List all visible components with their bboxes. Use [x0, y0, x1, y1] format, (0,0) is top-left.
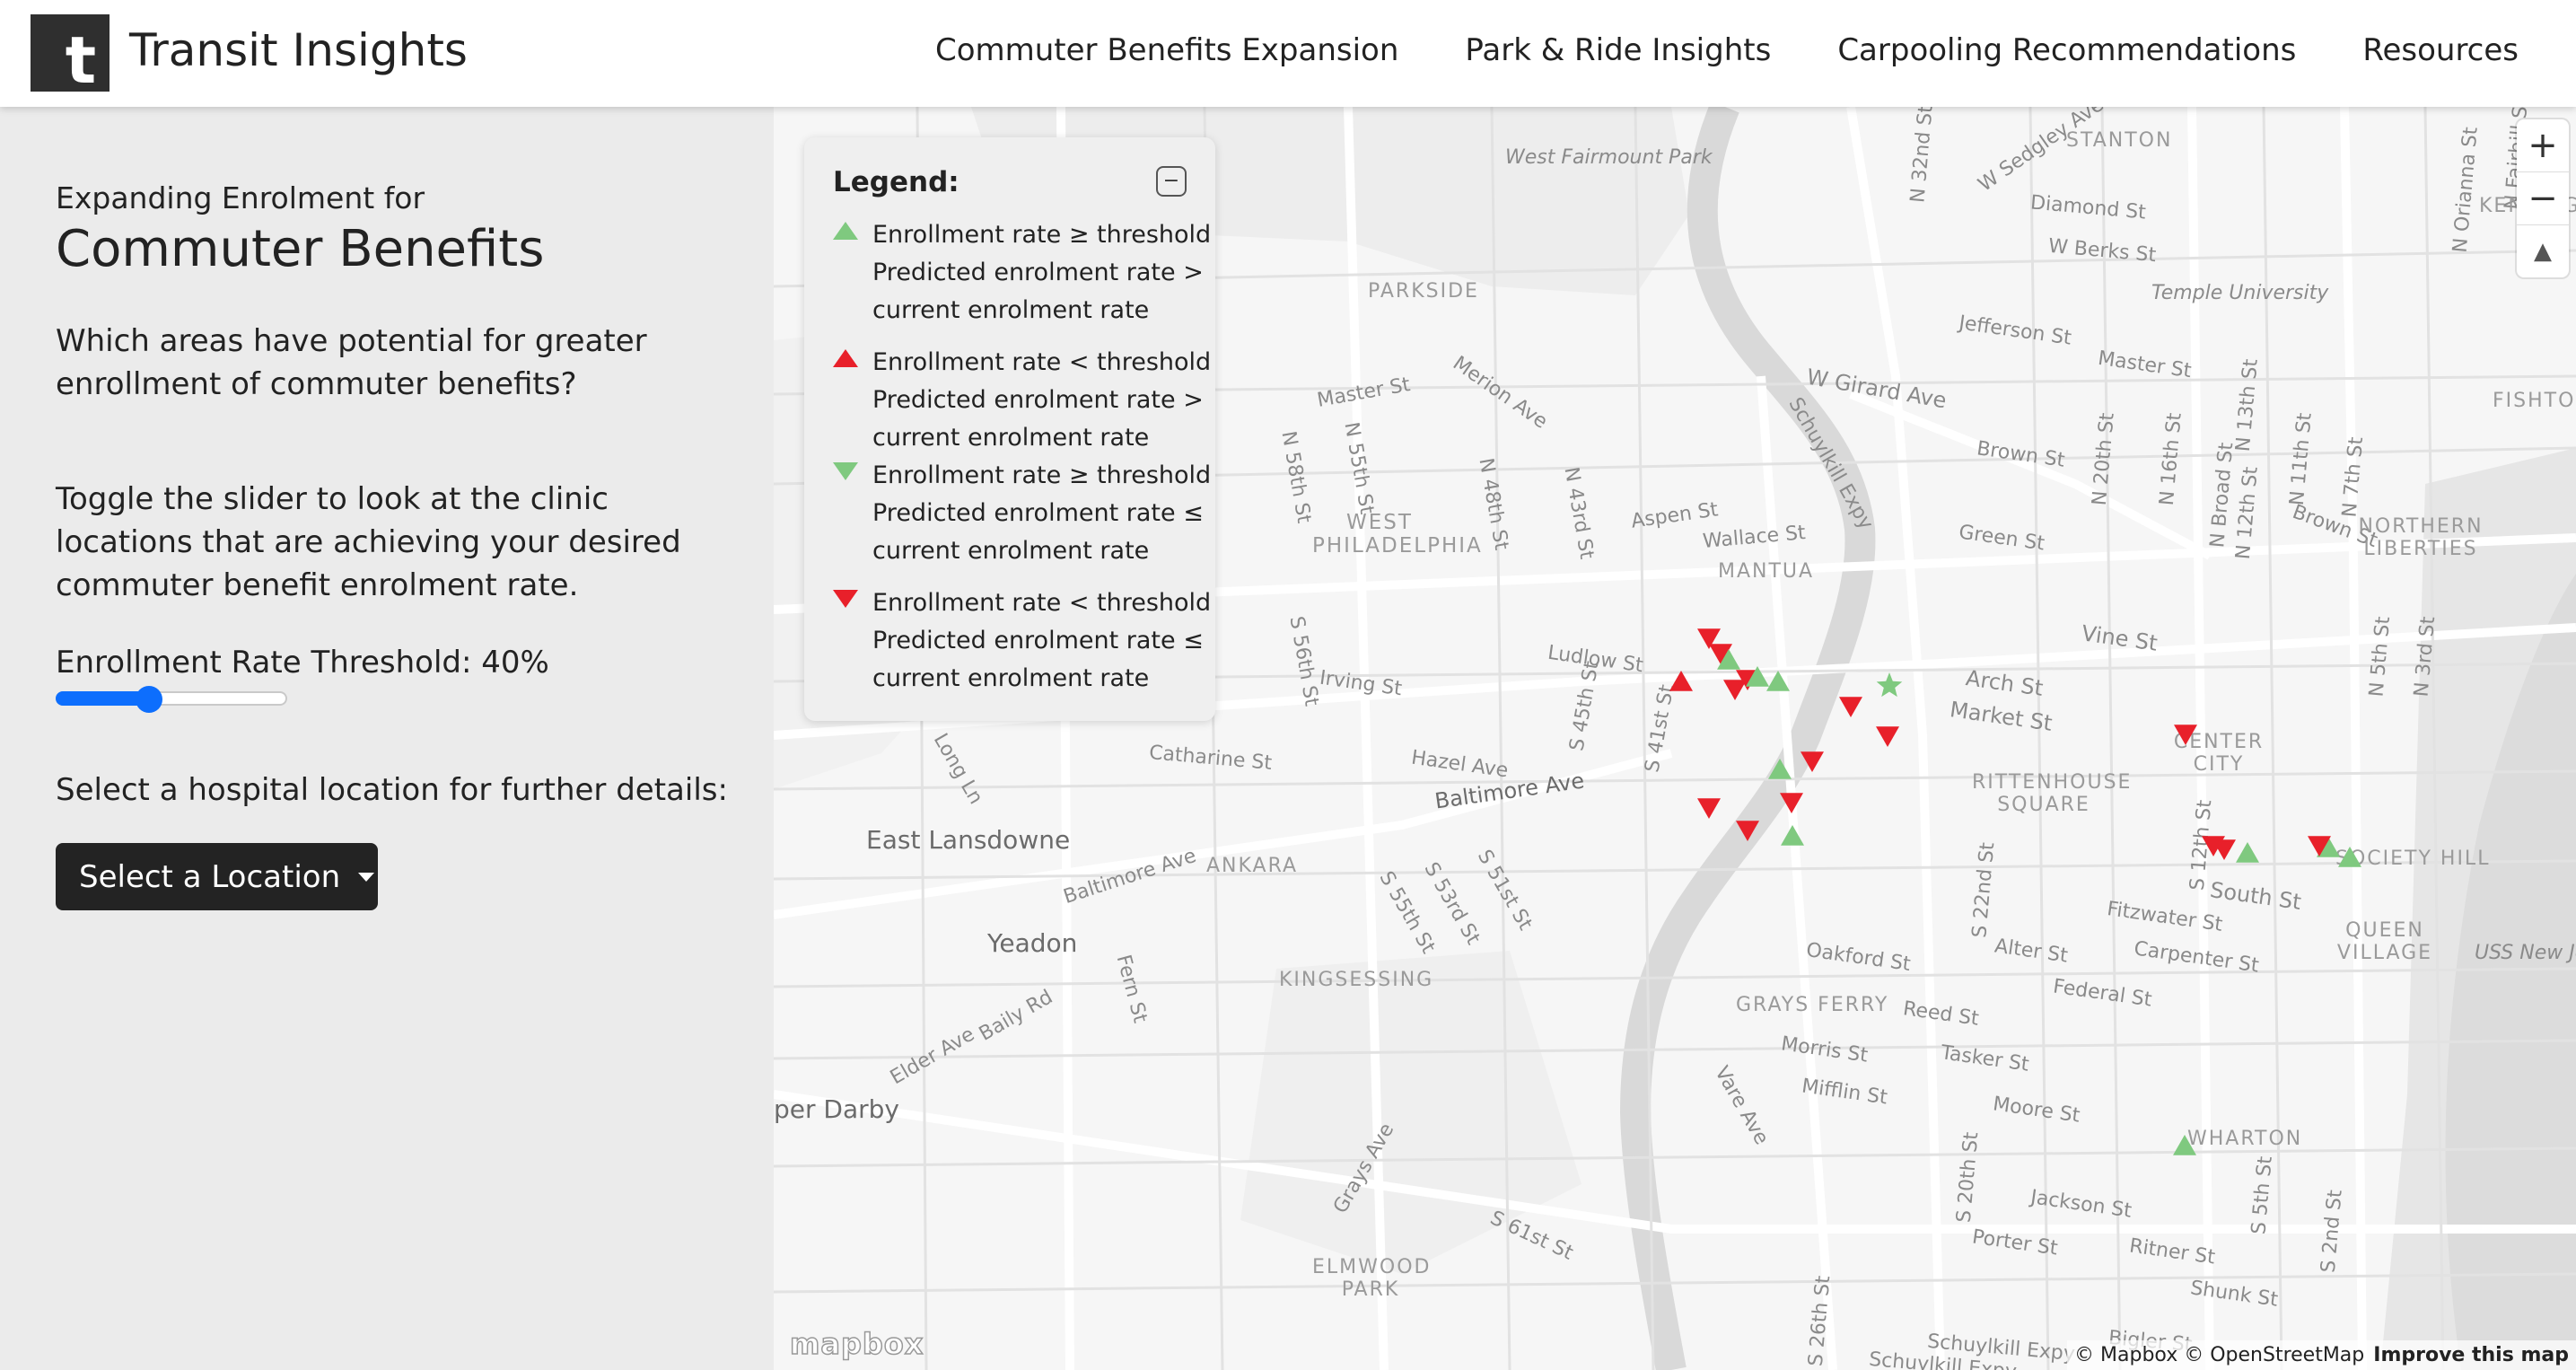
toggle-instructions: Toggle the slider to look at the clinic … [56, 481, 681, 603]
location-marker-triangle-down[interactable] [1876, 726, 1899, 747]
legend-item-label: Enrollment rate ≥ threshold Predicted en… [872, 461, 1212, 565]
sidebar: Expanding Enrolment for Commuter Benefit… [0, 107, 774, 1370]
legend-title: Legend: [833, 166, 959, 198]
threshold-slider[interactable] [56, 686, 287, 713]
page-title: Commuter Benefits [56, 220, 545, 278]
compass-icon[interactable]: ▲ [2517, 225, 2569, 277]
threshold-label: Enrollment Rate Threshold: 40% [56, 645, 549, 681]
app-logo[interactable]: t [31, 14, 110, 98]
select-location-dropdown[interactable]: Select a Location [56, 843, 378, 910]
triangle-down-icon [833, 462, 858, 480]
sidebar-subtitle: Expanding Enrolment for [56, 180, 425, 215]
location-marker-triangle-up[interactable] [1669, 671, 1693, 691]
legend-collapse-button[interactable]: − [1156, 166, 1187, 197]
location-marker-triangle-up[interactable] [1768, 759, 1792, 779]
triangle-down-icon [833, 590, 858, 608]
mapbox-logo[interactable]: mapbox [789, 1326, 924, 1362]
zoom-out-button[interactable]: − [2517, 172, 2569, 225]
caret-down-icon [358, 872, 375, 882]
map-legend: Legend: − Enrollment rate ≥ threshold Pr… [804, 137, 1215, 721]
select-location-label-text: Select a Location [79, 858, 341, 895]
map-controls: + − ▲ [2517, 119, 2569, 277]
nav-commuter-benefits-expansion[interactable]: Commuter Benefits Expansion [935, 32, 1398, 68]
app-header: t Transit Insights Commuter Benefits Exp… [0, 0, 2576, 107]
nav-resources[interactable]: Resources [2362, 32, 2519, 68]
select-location-label: Select a hospital location for further d… [56, 772, 728, 808]
map-view[interactable]: West Fairmount Park PARKSIDE Master St M… [774, 107, 2576, 1370]
location-marker-triangle-up[interactable] [2173, 1135, 2196, 1155]
location-marker-triangle-up[interactable] [2338, 847, 2361, 867]
main-nav: Commuter Benefits Expansion Park & Ride … [935, 32, 2519, 68]
legend-item-label: Enrollment rate < threshold Predicted en… [872, 348, 1212, 452]
slider-thumb[interactable] [135, 686, 162, 713]
location-marker-triangle-down[interactable] [1736, 821, 1759, 841]
location-marker-triangle-up[interactable] [2236, 842, 2259, 863]
map-attribution: © Mapbox © OpenStreetMap Improve this map [2067, 1340, 2576, 1370]
location-marker-triangle-up[interactable] [1781, 825, 1804, 846]
location-marker-triangle-down[interactable] [1780, 793, 1803, 813]
legend-item-label: Enrollment rate < threshold Predicted en… [872, 589, 1212, 692]
legend-item-label: Enrollment rate ≥ threshold Predicted en… [872, 221, 1212, 324]
question-text: Which areas have potential for greater e… [56, 323, 647, 402]
nav-carpooling-recommendations[interactable]: Carpooling Recommendations [1837, 32, 2296, 68]
triangle-up-icon [833, 349, 858, 367]
attribution-text[interactable]: © Mapbox © OpenStreetMap [2074, 1344, 2364, 1366]
nav-park-and-ride-insights[interactable]: Park & Ride Insights [1465, 32, 1771, 68]
location-marker-triangle-down[interactable] [1723, 680, 1747, 700]
location-marker-triangle-down[interactable] [1697, 798, 1721, 819]
improve-map-link[interactable]: Improve this map [2373, 1344, 2569, 1366]
location-marker-triangle-down[interactable] [2174, 725, 2197, 745]
location-marker-triangle-up[interactable] [1766, 671, 1790, 691]
app-title[interactable]: Transit Insights [129, 24, 468, 76]
triangle-up-icon [833, 222, 858, 240]
location-marker-star[interactable] [1876, 672, 1903, 698]
location-marker-triangle-down[interactable] [1801, 751, 1824, 772]
location-marker-triangle-down[interactable] [1839, 697, 1862, 717]
zoom-in-button[interactable]: + [2517, 119, 2569, 172]
